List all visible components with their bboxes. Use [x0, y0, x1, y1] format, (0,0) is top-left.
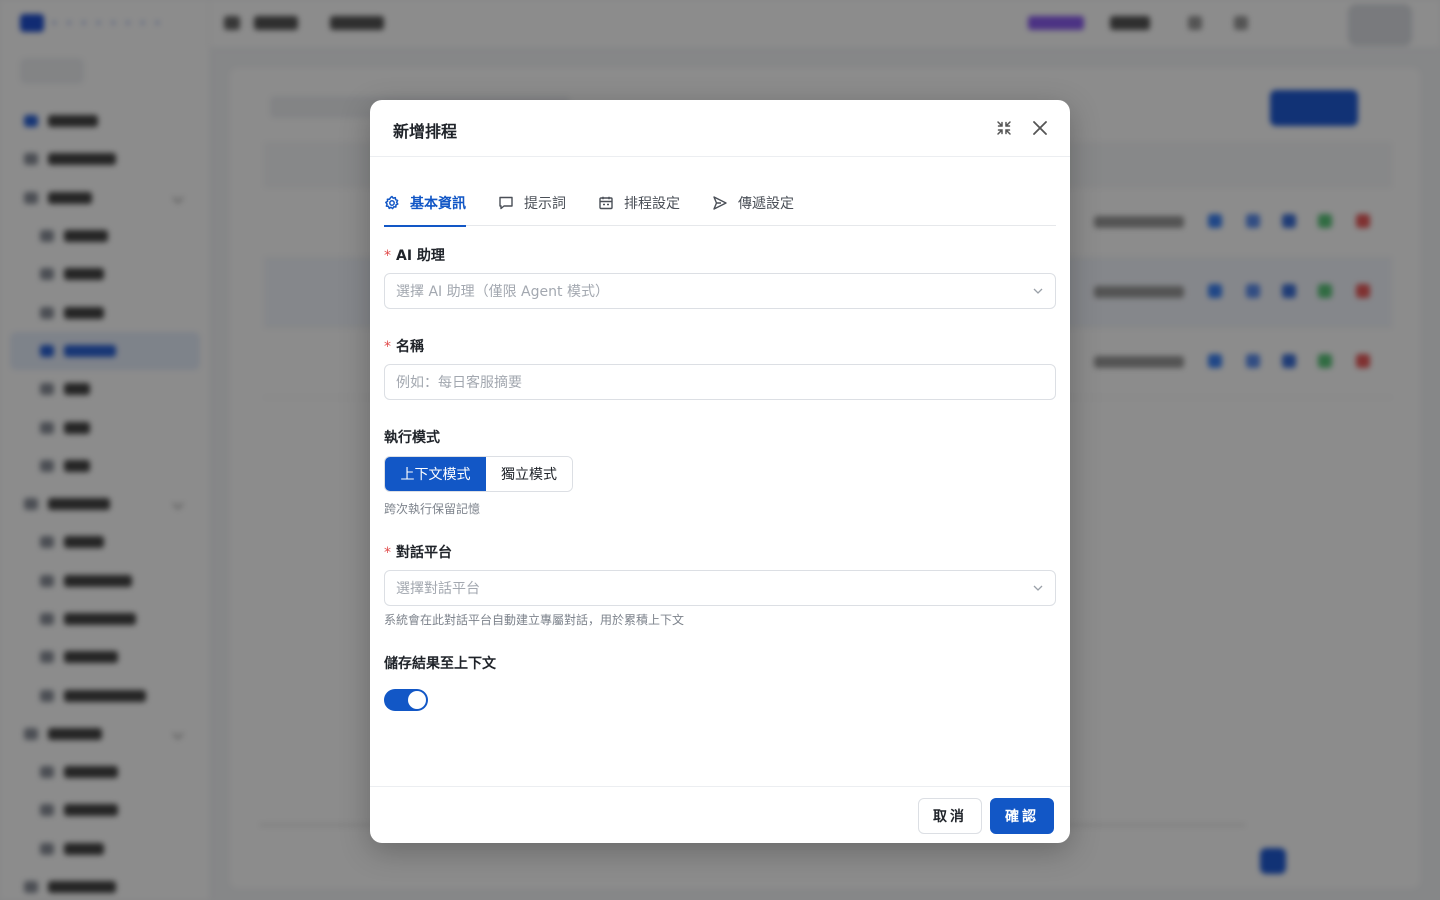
- mode-label: 執行模式: [384, 430, 440, 446]
- dialog-header: 新增排程: [370, 100, 1070, 157]
- mode-option-context[interactable]: 上下文模式: [385, 457, 486, 491]
- close-icon[interactable]: [1028, 116, 1052, 140]
- tab-delivery-settings[interactable]: 傳遞設定: [712, 182, 794, 226]
- tab-prompt[interactable]: 提示詞: [498, 182, 566, 226]
- save-result-toggle[interactable]: [384, 689, 428, 711]
- tab-schedule-settings[interactable]: 排程設定: [598, 182, 680, 226]
- gear-icon: [385, 195, 399, 210]
- confirm-button[interactable]: 確認: [990, 798, 1054, 834]
- tab-basic-info[interactable]: 基本資訊: [384, 182, 466, 227]
- platform-label: * 對話平台: [384, 545, 452, 561]
- save-result-label: 儲存結果至上下文: [384, 656, 496, 672]
- mode-option-independent[interactable]: 獨立模式: [486, 457, 572, 491]
- name-input[interactable]: 例如：每日客服摘要: [384, 364, 1056, 400]
- message-icon: [499, 196, 513, 210]
- tab-label: 提示詞: [524, 196, 566, 212]
- name-label: * 名稱: [384, 339, 424, 355]
- tab-label: 傳遞設定: [738, 196, 794, 212]
- dialog-footer: 取消 確認: [370, 786, 1070, 843]
- collapse-icon[interactable]: [994, 118, 1014, 138]
- dialog-tabs: 基本資訊 提示詞 排程設定 傳遞設定: [384, 182, 1056, 227]
- chevron-down-icon: [1033, 288, 1043, 294]
- platform-placeholder: 選擇對話平台: [396, 581, 480, 597]
- add-schedule-dialog: 新增排程 基本資訊 提示詞 排程設定 傳遞設定 * AI 助理 選擇 AI 助理…: [370, 100, 1070, 843]
- chevron-down-icon: [1033, 585, 1043, 591]
- tab-label: 基本資訊: [410, 196, 466, 212]
- mode-segmented-control: 上下文模式 獨立模式: [384, 456, 573, 492]
- tab-label: 排程設定: [624, 196, 680, 212]
- mode-hint: 跨次執行保留記憶: [384, 502, 481, 516]
- required-mark: *: [384, 339, 391, 355]
- name-placeholder: 例如：每日客服摘要: [396, 375, 522, 391]
- assistant-placeholder: 選擇 AI 助理（僅限 Agent 模式）: [396, 284, 609, 300]
- required-mark: *: [384, 545, 391, 561]
- toggle-knob: [408, 691, 426, 709]
- required-mark: *: [384, 248, 391, 264]
- cancel-button[interactable]: 取消: [918, 798, 982, 834]
- calendar-icon: [599, 196, 613, 210]
- assistant-label: * AI 助理: [384, 248, 445, 264]
- send-icon: [713, 196, 727, 210]
- dialog-title: 新增排程: [393, 122, 458, 141]
- platform-select[interactable]: 選擇對話平台: [384, 570, 1056, 606]
- platform-hint: 系統會在此對話平台自動建立專屬對話，用於累積上下文: [384, 613, 685, 627]
- assistant-select[interactable]: 選擇 AI 助理（僅限 Agent 模式）: [384, 273, 1056, 309]
